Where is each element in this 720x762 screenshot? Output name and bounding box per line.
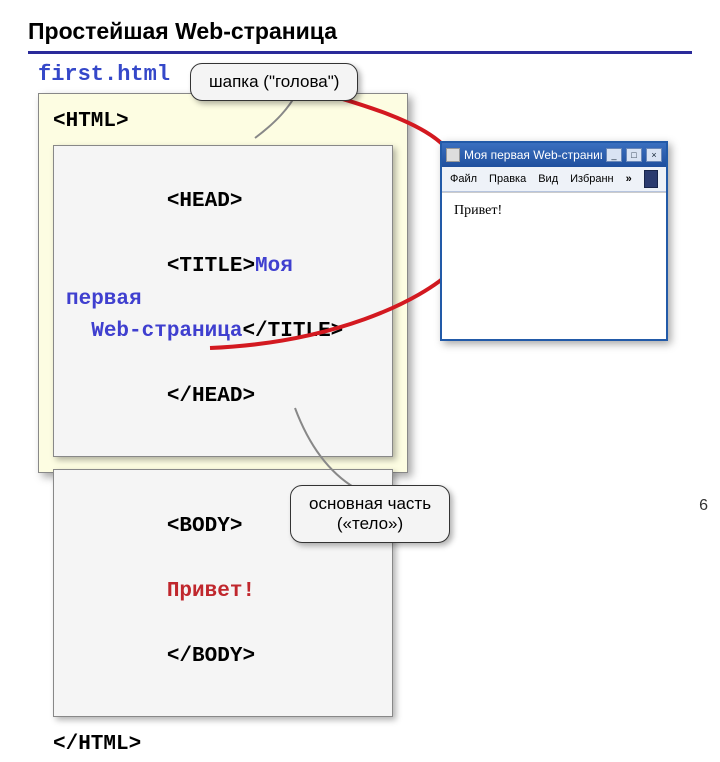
browser-titlebar: Моя первая Web-страница ... _ □ ×	[442, 143, 666, 167]
callout-body-l2: («тело»)	[337, 514, 403, 533]
head-close: </HEAD>	[167, 385, 255, 408]
body-close: </BODY>	[167, 645, 255, 668]
filename-label: first.html	[0, 62, 720, 93]
title-open: <TITLE>	[167, 255, 255, 278]
title-close: </TITLE>	[242, 320, 343, 343]
ie-throbber-icon	[644, 170, 658, 188]
body-open: <BODY>	[167, 515, 243, 538]
minimize-button[interactable]: _	[606, 148, 622, 162]
title-underline	[28, 51, 692, 54]
page-icon	[446, 148, 460, 162]
browser-title: Моя первая Web-страница ...	[464, 148, 602, 162]
menu-file[interactable]: Файл	[450, 173, 477, 185]
slide-title: Простейшая Web-страница	[0, 0, 720, 51]
menu-edit[interactable]: Правка	[489, 173, 526, 185]
html-open: <HTML>	[53, 106, 393, 139]
body-content: Привет!	[167, 580, 255, 603]
code-box-outer: <HTML> <HEAD> <TITLE>Моя первая Web-стра…	[38, 93, 408, 473]
maximize-button[interactable]: □	[626, 148, 642, 162]
callout-body-l1: основная часть	[309, 494, 431, 513]
diagram-stage: <HTML> <HEAD> <TITLE>Моя первая Web-стра…	[0, 93, 720, 523]
callout-body: основная часть («тело»)	[290, 485, 450, 543]
head-box: <HEAD> <TITLE>Моя первая Web-страница</T…	[53, 145, 393, 458]
menu-more-icon[interactable]: »	[626, 173, 632, 185]
menu-favorites[interactable]: Избранн	[570, 173, 614, 185]
browser-viewport: Привет!	[442, 192, 666, 339]
callout-head: шапка ("голова")	[190, 63, 358, 101]
html-close: </HTML>	[53, 729, 393, 762]
menu-view[interactable]: Вид	[538, 173, 558, 185]
close-button[interactable]: ×	[646, 148, 662, 162]
head-open: <HEAD>	[167, 190, 243, 213]
page-number: 6	[699, 497, 708, 515]
browser-menubar: Файл Правка Вид Избранн »	[442, 167, 666, 192]
page-text: Привет!	[454, 203, 502, 218]
browser-window: Моя первая Web-страница ... _ □ × Файл П…	[440, 141, 668, 341]
